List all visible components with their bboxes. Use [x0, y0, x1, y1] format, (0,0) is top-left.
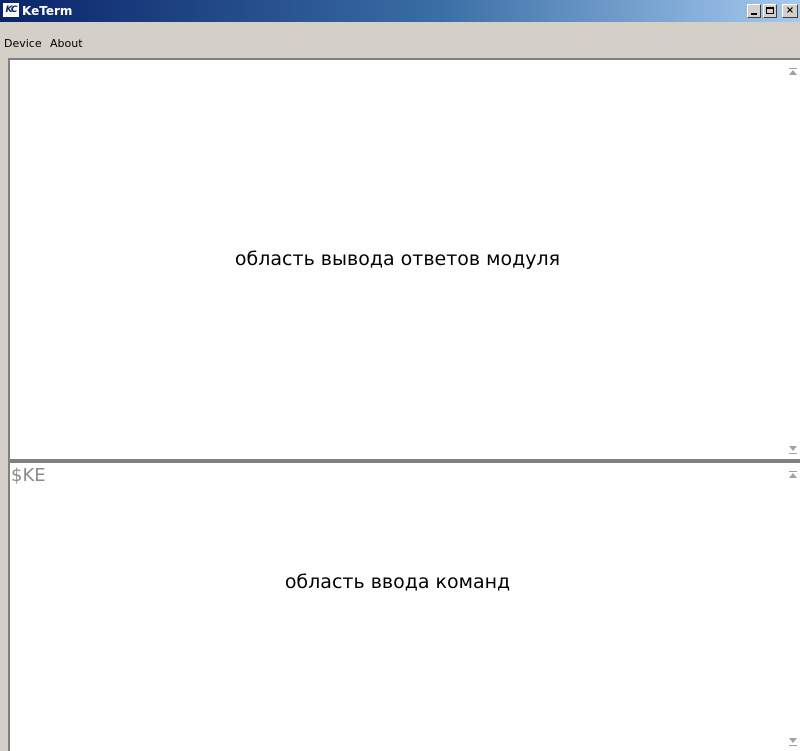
command-input-area[interactable]: $KE область ввода команд [8, 460, 800, 751]
scroll-up-line [789, 68, 797, 69]
minimize-icon [751, 13, 757, 15]
input-scrollbar[interactable] [786, 463, 800, 751]
close-icon: × [785, 5, 795, 16]
maximize-button[interactable] [763, 4, 777, 18]
scroll-up-icon[interactable] [789, 70, 797, 75]
command-prompt: $KE [11, 465, 46, 486]
scroll-down-icon[interactable] [789, 446, 797, 451]
input-area-caption: область ввода команд [284, 571, 511, 593]
scroll-up-icon[interactable] [789, 473, 797, 478]
menu-item-device[interactable]: Device [4, 37, 42, 51]
output-area-caption: область вывода ответов модуля [234, 248, 561, 270]
minimize-button[interactable] [747, 4, 761, 18]
menu-item-about[interactable]: About [50, 37, 83, 51]
window-title: KeTerm [22, 4, 73, 18]
maximize-icon [766, 7, 774, 14]
title-bar[interactable]: KC KeTerm × [0, 0, 800, 22]
scroll-down-line [789, 745, 797, 746]
app-window: KC KeTerm × Device About область вывода … [0, 0, 800, 751]
close-button[interactable]: × [782, 4, 798, 18]
scroll-up-line [789, 471, 797, 472]
scroll-down-line [789, 453, 797, 454]
output-scrollbar[interactable] [786, 60, 800, 459]
scroll-down-icon[interactable] [789, 738, 797, 743]
menu-bar: Device About [0, 22, 800, 58]
app-icon: KC [3, 3, 19, 17]
output-area[interactable]: область вывода ответов модуля [8, 58, 800, 460]
